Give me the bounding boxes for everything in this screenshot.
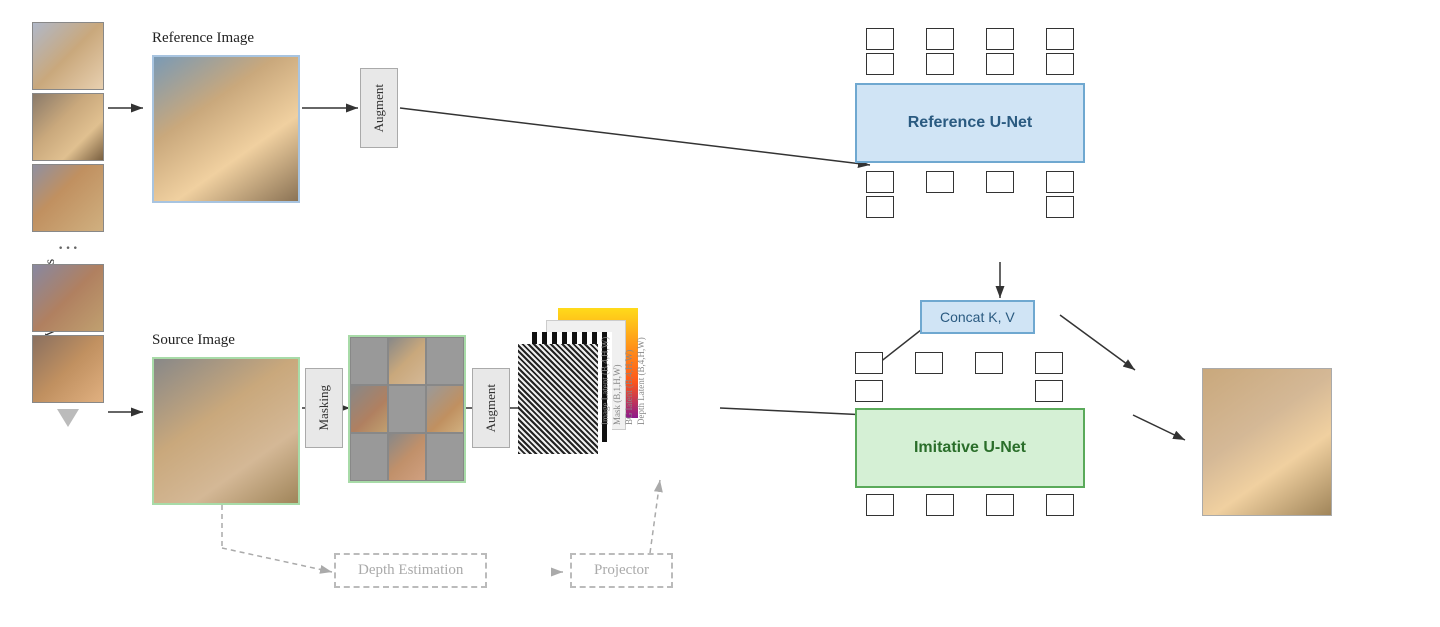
concat-kv-box: Concat K, V	[920, 300, 1035, 334]
masking-box: Masking	[305, 368, 343, 448]
depth-estimation-box: Depth Estimation	[334, 553, 487, 588]
frame-3	[32, 164, 104, 232]
reference-image-label: Reference Image	[152, 30, 254, 47]
projector-box: Projector	[570, 553, 673, 588]
frame-1	[32, 22, 104, 90]
reference-unet-box: Reference U-Net	[855, 83, 1085, 163]
mask-label: Mask (B,1,H,W)	[612, 295, 622, 425]
frame-dots: ···	[57, 235, 79, 261]
frame-2	[32, 93, 104, 161]
noise-layer	[518, 344, 598, 454]
masked-grid	[348, 335, 466, 483]
imit-unet-area: Imitative U-Net	[855, 352, 1085, 516]
output-image	[1202, 368, 1332, 516]
down-arrow	[57, 409, 79, 427]
bg-latent-label: BG latent (B,4,H,W)	[624, 295, 634, 425]
augment-ref-box: Augment	[360, 68, 398, 148]
imitative-unet-box: Imitative U-Net	[855, 408, 1085, 488]
ref-unet-area: Reference U-Net	[855, 28, 1085, 218]
video-frames-stack: ···	[32, 22, 104, 427]
depth-latent-label: Depth Latent (B,4,H,W)	[636, 295, 646, 425]
augment-src-box: Augment	[472, 368, 510, 448]
image-latent-label: Image Latent (B,4,H,W)	[600, 295, 610, 425]
source-image-label: Source Image	[152, 332, 235, 349]
reference-image-box	[152, 55, 300, 203]
frame-4	[32, 264, 104, 332]
latent-labels: Image Latent (B,4,H,W) Mask (B,1,H,W) BG…	[600, 295, 646, 455]
source-image-box	[152, 357, 300, 505]
diagram-container: Video Frames ··· Reference Image Source …	[0, 0, 1440, 627]
frame-5	[32, 335, 104, 403]
